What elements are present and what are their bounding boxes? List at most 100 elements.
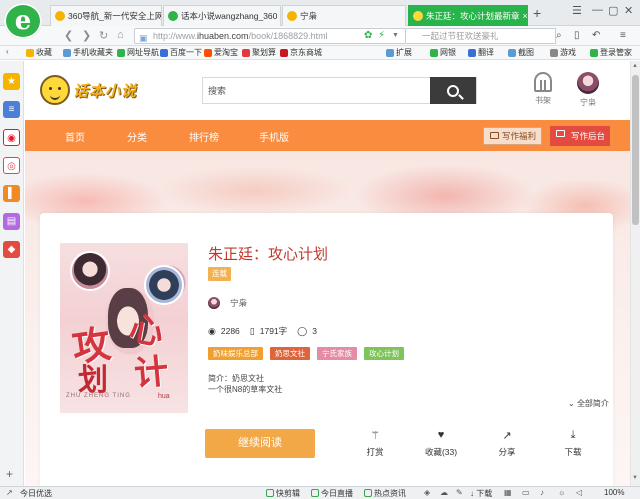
tag-item[interactable]: 宁氏家族: [317, 347, 357, 360]
toolbar-bank[interactable]: 网银: [430, 47, 456, 58]
download-button[interactable]: ⤓ 下载: [551, 429, 595, 458]
minimize-icon[interactable]: —: [592, 4, 603, 16]
status-shield-icon[interactable]: ◈: [424, 488, 430, 497]
scissors-icon: [266, 489, 274, 497]
tab-360-nav[interactable]: 360导航_新一代安全上网 ×: [50, 5, 162, 26]
views-stat: ◉ 2286: [208, 326, 240, 337]
scroll-up-icon[interactable]: ▲: [632, 63, 638, 69]
user-menu[interactable]: 宁枭: [568, 72, 608, 108]
search-icon[interactable]: ⌕: [556, 30, 562, 41]
share-button[interactable]: ↗ 分享: [485, 429, 529, 458]
bookmark-mobile[interactable]: 手机收藏夹: [63, 47, 113, 58]
sidebar-comic-icon[interactable]: ▤: [3, 213, 20, 230]
status-mute-icon[interactable]: ◁: [576, 488, 582, 497]
maximize-icon[interactable]: ▢: [608, 4, 618, 17]
toolbar-translate[interactable]: 翻译: [468, 47, 494, 58]
bookmark-nav[interactable]: 网址导航: [117, 47, 159, 58]
status-edit-icon[interactable]: ✎: [456, 488, 463, 497]
tab-close-icon[interactable]: ×: [520, 11, 527, 21]
sidebar-notes-icon[interactable]: ≡: [3, 101, 20, 118]
tab-active-book[interactable]: 朱正廷：攻心计划最新章 ×: [408, 5, 528, 26]
tab-ningxiao[interactable]: 宁枭: [282, 5, 406, 26]
home-icon[interactable]: ⌂: [117, 29, 124, 41]
toolbar-login[interactable]: 登录管家: [590, 47, 632, 58]
forward-icon[interactable]: ❯: [82, 29, 91, 42]
more-icon[interactable]: ≡: [620, 30, 626, 41]
status-brightness-icon[interactable]: ☼: [558, 488, 565, 497]
bookmark-icon: [117, 48, 125, 57]
back-icon[interactable]: ❮: [64, 29, 73, 42]
lightning-icon[interactable]: ⚡: [378, 30, 385, 41]
continue-reading-button[interactable]: 继续阅读: [205, 429, 315, 458]
author-row[interactable]: 宁枭: [208, 297, 247, 309]
writing-admin-button[interactable]: 写作后台: [550, 126, 610, 146]
tab-close-icon[interactable]: ×: [277, 11, 280, 21]
bookmark-baidu[interactable]: 百度一下: [160, 47, 202, 58]
page-scrollbar[interactable]: ▲ ▼: [630, 61, 640, 486]
sidebar-game-icon[interactable]: ◆: [3, 241, 20, 258]
browser-search-field[interactable]: 一起过节狂欢送豪礼: [406, 28, 556, 44]
bookmark-label: 聚划算: [252, 48, 276, 57]
page-icon: ▣: [139, 33, 148, 43]
nav-mobile[interactable]: 手机版: [259, 129, 289, 144]
tab-huaben[interactable]: 话本小说wangzhang_360 ×: [163, 5, 281, 26]
sidebar-target-icon[interactable]: ◎: [3, 157, 20, 174]
new-tab-button[interactable]: +: [533, 5, 541, 21]
reward-button[interactable]: ⚚ 打赏: [353, 429, 397, 458]
live-link[interactable]: 今日直播: [311, 488, 353, 499]
tag-item[interactable]: 攻心计划: [364, 347, 404, 360]
zoom-level[interactable]: 100%: [604, 488, 624, 497]
shield-icon[interactable]: ✿: [364, 30, 372, 41]
bookmark-taobao[interactable]: 爱淘宝: [204, 47, 238, 58]
bookmark-favorites[interactable]: 收藏: [26, 47, 52, 58]
status-badge: 连载: [208, 267, 231, 281]
writing-welfare-button[interactable]: 写作福利: [483, 127, 542, 145]
site-logo[interactable]: 话本小说: [40, 75, 137, 105]
site-search-input[interactable]: [203, 78, 433, 103]
nav-home[interactable]: 首页: [65, 129, 85, 144]
undo-icon[interactable]: ↶: [592, 30, 600, 41]
book-cover[interactable]: 攻 心 计 划 hua ZHU ZHENG TING: [60, 243, 188, 413]
bookmark-toggle-icon[interactable]: ‹: [6, 47, 9, 56]
book-title: 朱正廷：攻心计划: [208, 246, 329, 263]
status-grid-icon[interactable]: ▦: [504, 488, 512, 497]
action-label: 下载: [564, 447, 582, 457]
toolbar-label: 扩展: [396, 48, 412, 57]
favorite-button[interactable]: ♥ 收藏(33): [419, 429, 463, 458]
nav-category[interactable]: 分类: [127, 129, 147, 144]
status-window-icon[interactable]: ▭: [522, 488, 530, 497]
toolbar-extensions[interactable]: 扩展: [386, 47, 412, 58]
bookshelf-link[interactable]: 书架: [523, 72, 563, 106]
download-link[interactable]: ↓ 下载: [470, 488, 492, 499]
sidebar-weibo-icon[interactable]: ◉: [3, 129, 20, 146]
tag-item[interactable]: 奶味娱乐总部: [208, 347, 263, 360]
site-search-button[interactable]: [430, 77, 476, 104]
scissors-icon: [508, 48, 516, 57]
close-window-icon[interactable]: ✕: [624, 4, 633, 17]
daily-picks-link[interactable]: 今日优选: [20, 488, 52, 499]
sidebar-star-icon[interactable]: ★: [3, 73, 20, 90]
status-arrow-icon[interactable]: ↗: [6, 488, 13, 497]
url-path: /book/1868829.html: [248, 31, 328, 41]
expand-synopsis-link[interactable]: ⌄ 全部简介: [568, 398, 609, 409]
status-cloud-icon[interactable]: ☁: [440, 488, 448, 497]
hot-news-link[interactable]: 热点资讯: [364, 488, 406, 499]
nav-ranking[interactable]: 排行榜: [189, 129, 219, 144]
bookmark-juhuasuan[interactable]: 聚划算: [242, 47, 276, 58]
bookmark-jd[interactable]: 京东商城: [280, 47, 322, 58]
phone-icon[interactable]: ▯: [574, 30, 580, 41]
tag-list: 奶味娱乐总部 奶思文社 宁氏家族 攻心计划: [208, 347, 411, 360]
menu-icon[interactable]: ☰: [572, 4, 582, 17]
tag-item[interactable]: 奶思文社: [270, 347, 310, 360]
quick-edit-link[interactable]: 快剪辑: [266, 488, 300, 499]
sidebar-add-icon[interactable]: +: [6, 467, 13, 481]
status-sound-icon[interactable]: ♪: [540, 488, 544, 497]
browser-logo-icon[interactable]: e: [4, 3, 42, 39]
toolbar-games[interactable]: 游戏: [550, 47, 576, 58]
dropdown-icon[interactable]: ▼: [392, 32, 399, 39]
refresh-icon[interactable]: ↻: [99, 29, 108, 42]
toolbar-screenshot[interactable]: 截图: [508, 47, 534, 58]
scrollbar-thumb[interactable]: [632, 75, 639, 225]
scroll-down-icon[interactable]: ▼: [632, 475, 638, 481]
sidebar-book-icon[interactable]: ▌: [3, 185, 20, 202]
